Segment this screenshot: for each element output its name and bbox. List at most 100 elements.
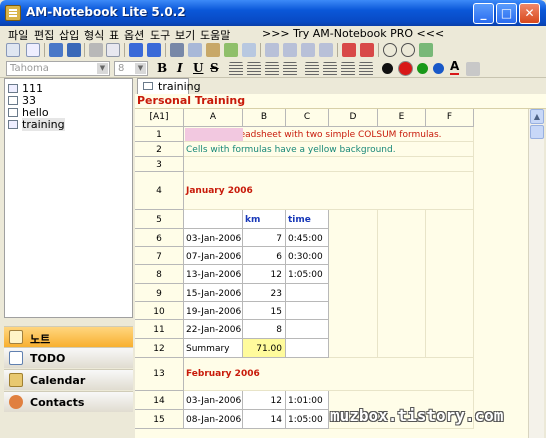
menu-help[interactable]: 도움말	[200, 27, 230, 43]
cell-a15[interactable]: 08-Jan-2006	[184, 410, 243, 429]
menu-file[interactable]: 파일	[8, 27, 28, 43]
new-note-icon[interactable]	[6, 43, 20, 57]
cell-c11[interactable]	[286, 320, 329, 339]
tree-item-training[interactable]: training	[8, 118, 65, 131]
merge-cells-icon[interactable]	[319, 43, 333, 57]
cell-b8[interactable]: 12	[243, 265, 286, 284]
clock-icon[interactable]	[401, 43, 415, 57]
underline-button[interactable]: U	[193, 61, 203, 75]
font-color-button[interactable]: A	[450, 60, 460, 75]
nav-contacts-button[interactable]: Contacts	[4, 391, 133, 412]
align-right-icon[interactable]	[265, 62, 279, 76]
insert-date-icon[interactable]	[419, 43, 433, 57]
row-header[interactable]: 5	[135, 210, 184, 229]
cell-a10[interactable]: 19-Jan-2006	[184, 302, 243, 320]
forward-icon[interactable]	[147, 43, 161, 57]
row-header[interactable]: 15	[135, 410, 184, 429]
menu-view[interactable]: 보기	[175, 27, 195, 43]
delete-row-icon[interactable]	[342, 43, 356, 57]
section-heading-february[interactable]: February 2006	[184, 358, 260, 391]
menu-table[interactable]: 표	[109, 27, 119, 43]
font-family-select[interactable]: Tahoma ▼	[6, 61, 110, 76]
row-header[interactable]: 7	[135, 247, 184, 265]
nav-calendar-button[interactable]: Calendar	[4, 369, 133, 390]
spreadsheet[interactable]: [A1] A B C D E F 1 2 3 4 5 6 7 8 9 10 11…	[135, 109, 528, 438]
bullet-list-icon[interactable]	[305, 62, 319, 76]
menu-options[interactable]: 옵션	[124, 27, 144, 43]
row-header[interactable]: 13	[135, 358, 184, 391]
column-header[interactable]: D	[329, 109, 378, 127]
menu-edit[interactable]: 편집	[34, 27, 54, 43]
row-header[interactable]: 4	[135, 172, 184, 210]
align-center-icon[interactable]	[247, 62, 261, 76]
sheet-note-2[interactable]: Cells with formulas have a yellow backgr…	[184, 142, 396, 157]
green-color-icon[interactable]	[417, 63, 428, 74]
menu-tools[interactable]: 도구	[150, 27, 170, 43]
scroll-thumb[interactable]	[530, 125, 544, 139]
cell-a6[interactable]: 03-Jan-2006	[184, 229, 243, 247]
bold-button[interactable]: B	[157, 61, 167, 75]
tab-training[interactable]: training	[137, 78, 201, 94]
chevron-down-icon[interactable]: ▼	[97, 63, 108, 74]
minimize-button[interactable]: _	[473, 3, 494, 24]
red-color-icon[interactable]	[398, 61, 413, 76]
insert-row-icon[interactable]	[283, 43, 297, 57]
nav-notes-button[interactable]: 노트	[4, 326, 133, 347]
row-header[interactable]: 9	[135, 284, 184, 302]
row-header[interactable]: 1	[135, 127, 184, 142]
cell-a14[interactable]: 03-Jan-2006	[184, 391, 243, 410]
insert-column-icon[interactable]	[301, 43, 315, 57]
column-header[interactable]: E	[378, 109, 426, 127]
cell-a11[interactable]: 22-Jan-2006	[184, 320, 243, 339]
save-icon[interactable]	[49, 43, 63, 57]
cell-b5[interactable]: km	[243, 210, 286, 229]
cell-c10[interactable]	[286, 302, 329, 320]
font-size-select[interactable]: 8 ▼	[114, 61, 148, 76]
black-color-icon[interactable]	[382, 63, 393, 74]
column-header[interactable]: A	[184, 109, 243, 127]
table-icon[interactable]	[265, 43, 279, 57]
cell-c15[interactable]: 1:05:00	[286, 410, 329, 429]
column-header[interactable]: C	[286, 109, 329, 127]
cell-b14[interactable]: 12	[243, 391, 286, 410]
new-page-icon[interactable]	[26, 43, 40, 57]
cell-a7[interactable]: 07-Jan-2006	[184, 247, 243, 265]
save-all-icon[interactable]	[67, 43, 81, 57]
cell-b15[interactable]: 14	[243, 410, 286, 429]
back-icon[interactable]	[129, 43, 143, 57]
paste-icon[interactable]	[206, 43, 220, 57]
row-header[interactable]: 6	[135, 229, 184, 247]
panel-splitter[interactable]	[4, 319, 133, 325]
nav-todo-button[interactable]: TODO	[4, 347, 133, 368]
chevron-down-icon[interactable]: ▼	[135, 63, 146, 74]
cell-a9[interactable]: 15-Jan-2006	[184, 284, 243, 302]
row-header[interactable]: 11	[135, 320, 184, 339]
cell-b10[interactable]: 15	[243, 302, 286, 320]
cell-c6[interactable]: 0:45:00	[286, 229, 329, 247]
cell-a5[interactable]	[184, 210, 243, 229]
section-heading-january[interactable]: January 2006	[184, 172, 253, 210]
cell-b12-formula[interactable]: 71.00	[243, 339, 286, 358]
cell-a12[interactable]: Summary	[184, 339, 243, 358]
delete-column-icon[interactable]	[360, 43, 374, 57]
cut-icon[interactable]	[170, 43, 184, 57]
cell-c12[interactable]	[286, 339, 329, 358]
pro-promo-link[interactable]: >>> Try AM-Notebook PRO <<<	[262, 27, 444, 40]
cell-a8[interactable]: 13-Jan-2006	[184, 265, 243, 284]
cell-c7[interactable]: 0:30:00	[286, 247, 329, 265]
row-header[interactable]: 2	[135, 142, 184, 157]
row-header[interactable]: 8	[135, 265, 184, 284]
highlight-icon[interactable]	[466, 62, 480, 76]
spellcheck-icon[interactable]	[224, 43, 238, 57]
cell-c9[interactable]	[286, 284, 329, 302]
cell-b11[interactable]: 8	[243, 320, 286, 339]
scroll-up-icon[interactable]: ▲	[530, 109, 544, 124]
print-preview-icon[interactable]	[106, 43, 120, 57]
close-button[interactable]: ✕	[519, 3, 540, 24]
vertical-scrollbar[interactable]: ▲	[528, 109, 544, 438]
indent-icon[interactable]	[359, 62, 373, 76]
row-header[interactable]: 3	[135, 157, 184, 172]
maximize-button[interactable]: □	[496, 3, 517, 24]
row-header[interactable]: 14	[135, 391, 184, 410]
cell-c5[interactable]: time	[286, 210, 329, 229]
